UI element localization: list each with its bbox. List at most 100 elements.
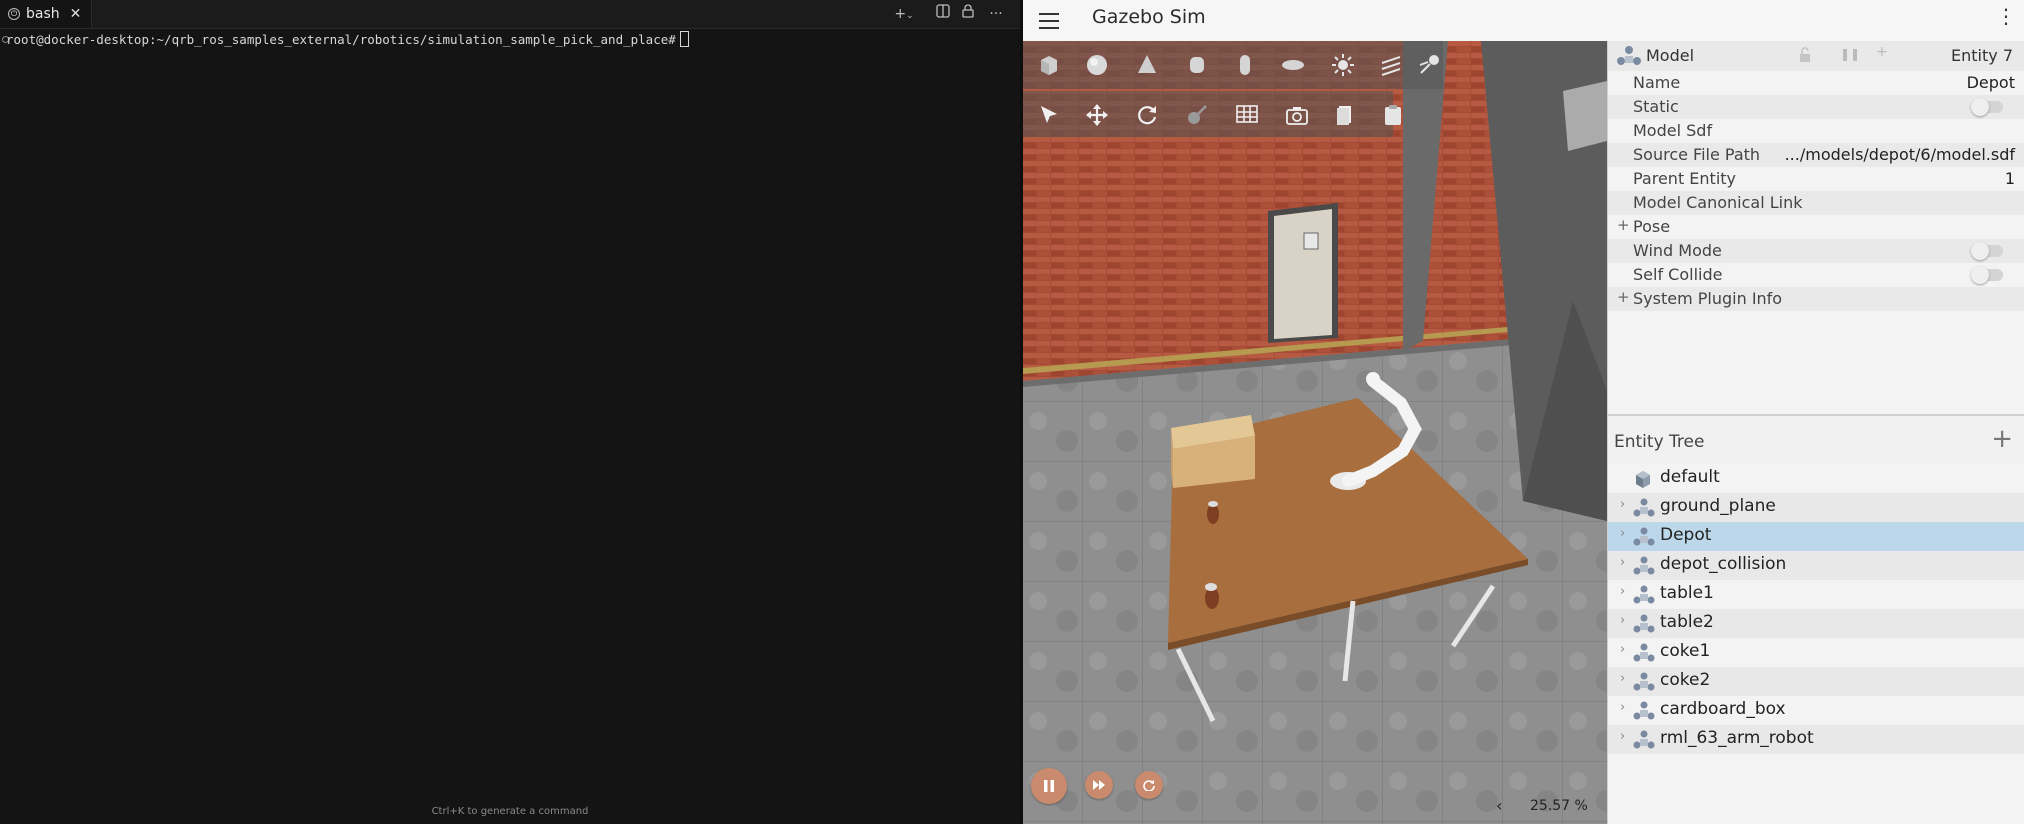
component-inspector-header: Model ❚❚ + Entity 7 xyxy=(1608,41,2024,71)
tree-item-table1[interactable]: › table1 xyxy=(1608,580,2024,609)
right-panel: Model ❚❚ + Entity 7 Name Depot Static Mo… xyxy=(1607,41,2024,824)
chevron-right-icon[interactable]: › xyxy=(1620,671,1625,686)
property-row-model-sdf: Model Sdf xyxy=(1608,119,2024,143)
box-icon[interactable] xyxy=(1035,51,1063,79)
reset-button[interactable] xyxy=(1135,771,1163,799)
entity-id-label: Entity 7 xyxy=(1951,46,2013,65)
directional-light-icon[interactable] xyxy=(1377,51,1405,79)
scene-3d-viewport[interactable]: ‹ 25.57 % xyxy=(1023,41,1607,824)
ellipsoid-icon[interactable] xyxy=(1279,51,1307,79)
hamburger-menu-icon[interactable] xyxy=(1037,8,1061,32)
property-value[interactable]: Depot xyxy=(1967,73,2015,92)
chevron-right-icon[interactable]: › xyxy=(1620,584,1625,599)
add-component-icon[interactable]: + xyxy=(1876,44,1888,60)
model-icon xyxy=(1633,643,1655,668)
tree-item-coke2[interactable]: › coke2 xyxy=(1608,667,2024,696)
tree-item-table2[interactable]: › table2 xyxy=(1608,609,2024,638)
property-key: Static xyxy=(1633,97,1679,116)
property-row-wind-mode: Wind Mode xyxy=(1608,239,2024,263)
tree-item-coke1[interactable]: › coke1 xyxy=(1608,638,2024,667)
cone-icon[interactable] xyxy=(1133,51,1161,79)
property-row-canonical-link: Model Canonical Link xyxy=(1608,191,2024,215)
transform-toolbar xyxy=(1023,91,1401,137)
tree-item-label: cardboard_box xyxy=(1660,699,1786,719)
tree-item-rml-63-arm-robot[interactable]: › rml_63_arm_robot xyxy=(1608,725,2024,754)
property-key: Pose xyxy=(1633,217,1671,236)
capsule-icon[interactable] xyxy=(1231,51,1259,79)
chevron-right-icon[interactable]: › xyxy=(1620,729,1625,744)
tree-item-ground-plane[interactable]: › ground_plane xyxy=(1608,493,2024,522)
select-arrow-icon[interactable] xyxy=(1035,101,1063,129)
camera-icon[interactable] xyxy=(1283,101,1311,129)
gazebo-window: Gazebo Sim ⋮ ‹ 25.57 % Model ❚❚ + Entity… xyxy=(1023,0,2024,824)
terminal-panel[interactable]: ⏻ bash ✕ +⌄ ··· root@docker-desktop:~/qr… xyxy=(0,0,1020,824)
property-key: Model Canonical Link xyxy=(1633,193,1803,212)
add-entity-icon[interactable]: + xyxy=(1991,424,2013,454)
expand-plus-icon[interactable]: + xyxy=(1617,288,1630,306)
split-terminal-icon[interactable] xyxy=(932,4,954,24)
chevron-right-icon[interactable]: › xyxy=(1620,700,1625,715)
tree-item-label: table2 xyxy=(1660,612,1714,632)
rotate-icon[interactable] xyxy=(1133,101,1161,129)
tree-item-depot-collision[interactable]: › depot_collision xyxy=(1608,551,2024,580)
tree-item-depot[interactable]: › Depot xyxy=(1608,522,2024,551)
property-row-pose[interactable]: + Pose xyxy=(1608,215,2024,239)
property-row-static: Static xyxy=(1608,95,2024,119)
property-key: Model Sdf xyxy=(1633,121,1713,140)
grid-snap-icon[interactable] xyxy=(1233,101,1261,129)
expand-plus-icon[interactable]: + xyxy=(1617,216,1630,234)
model-icon xyxy=(1633,701,1655,726)
terminal-tab-bar: ⏻ bash ✕ +⌄ ··· xyxy=(0,0,1020,29)
terminal-tab[interactable]: ⏻ bash ✕ xyxy=(0,0,92,28)
unlock-icon[interactable] xyxy=(1798,47,1812,67)
property-row-system-plugin-info[interactable]: + System Plugin Info xyxy=(1608,287,2024,311)
more-actions-icon[interactable]: ··· xyxy=(985,4,1007,24)
scene-render xyxy=(1023,41,1607,824)
tree-item-label: ground_plane xyxy=(1660,496,1776,516)
translate-icon[interactable] xyxy=(1083,101,1111,129)
model-icon xyxy=(1633,614,1655,639)
property-row-self-collide: Self Collide xyxy=(1608,263,2024,287)
terminal-cursor xyxy=(679,31,689,47)
world-cube-icon xyxy=(1633,469,1653,494)
lock-icon[interactable] xyxy=(957,4,979,24)
wind-mode-toggle[interactable] xyxy=(1971,242,2003,260)
tree-item-label: table1 xyxy=(1660,583,1714,603)
close-icon[interactable]: ✕ xyxy=(70,6,82,22)
spot-light-icon[interactable] xyxy=(1415,51,1443,79)
sphere-icon[interactable] xyxy=(1083,51,1111,79)
tree-item-default[interactable]: default xyxy=(1608,464,2024,493)
property-row-name: Name Depot xyxy=(1608,71,2024,95)
property-key: Name xyxy=(1633,73,1681,92)
chevron-right-icon[interactable]: › xyxy=(1620,526,1625,541)
gazebo-header: Gazebo Sim ⋮ xyxy=(1023,0,2024,42)
terminal-tab-label: bash xyxy=(26,6,60,22)
entity-tree-title: Entity Tree xyxy=(1614,432,1705,452)
scale-icon[interactable] xyxy=(1183,101,1211,129)
model-icon xyxy=(1633,585,1655,610)
point-light-icon[interactable] xyxy=(1329,51,1357,79)
self-collide-toggle[interactable] xyxy=(1971,266,2003,284)
pause-button[interactable] xyxy=(1031,768,1067,804)
tree-item-label: rml_63_arm_robot xyxy=(1660,728,1814,748)
model-icon xyxy=(1633,498,1655,523)
chevron-right-icon[interactable]: › xyxy=(1620,613,1625,628)
property-key: Source File Path xyxy=(1633,145,1761,164)
property-key: System Plugin Info xyxy=(1633,289,1783,308)
kebab-menu-icon[interactable]: ⋮ xyxy=(1996,4,2016,28)
model-icon xyxy=(1616,45,1642,71)
new-terminal-button[interactable]: +⌄ xyxy=(893,4,915,24)
pause-updates-icon[interactable]: ❚❚ xyxy=(1840,47,1860,61)
real-time-factor: 25.57 % xyxy=(1530,798,1588,814)
tree-item-cardboard-box[interactable]: › cardboard_box xyxy=(1608,696,2024,725)
chevron-right-icon[interactable]: › xyxy=(1620,497,1625,512)
chevron-left-icon[interactable]: ‹ xyxy=(1496,796,1502,815)
copy-icon[interactable] xyxy=(1331,101,1359,129)
step-button[interactable] xyxy=(1085,771,1113,799)
cylinder-icon[interactable] xyxy=(1183,51,1211,79)
chevron-right-icon[interactable]: › xyxy=(1620,555,1625,570)
chevron-right-icon[interactable]: › xyxy=(1620,642,1625,657)
paste-icon[interactable] xyxy=(1379,101,1407,129)
static-toggle[interactable] xyxy=(1971,98,2003,116)
model-icon xyxy=(1633,672,1655,697)
